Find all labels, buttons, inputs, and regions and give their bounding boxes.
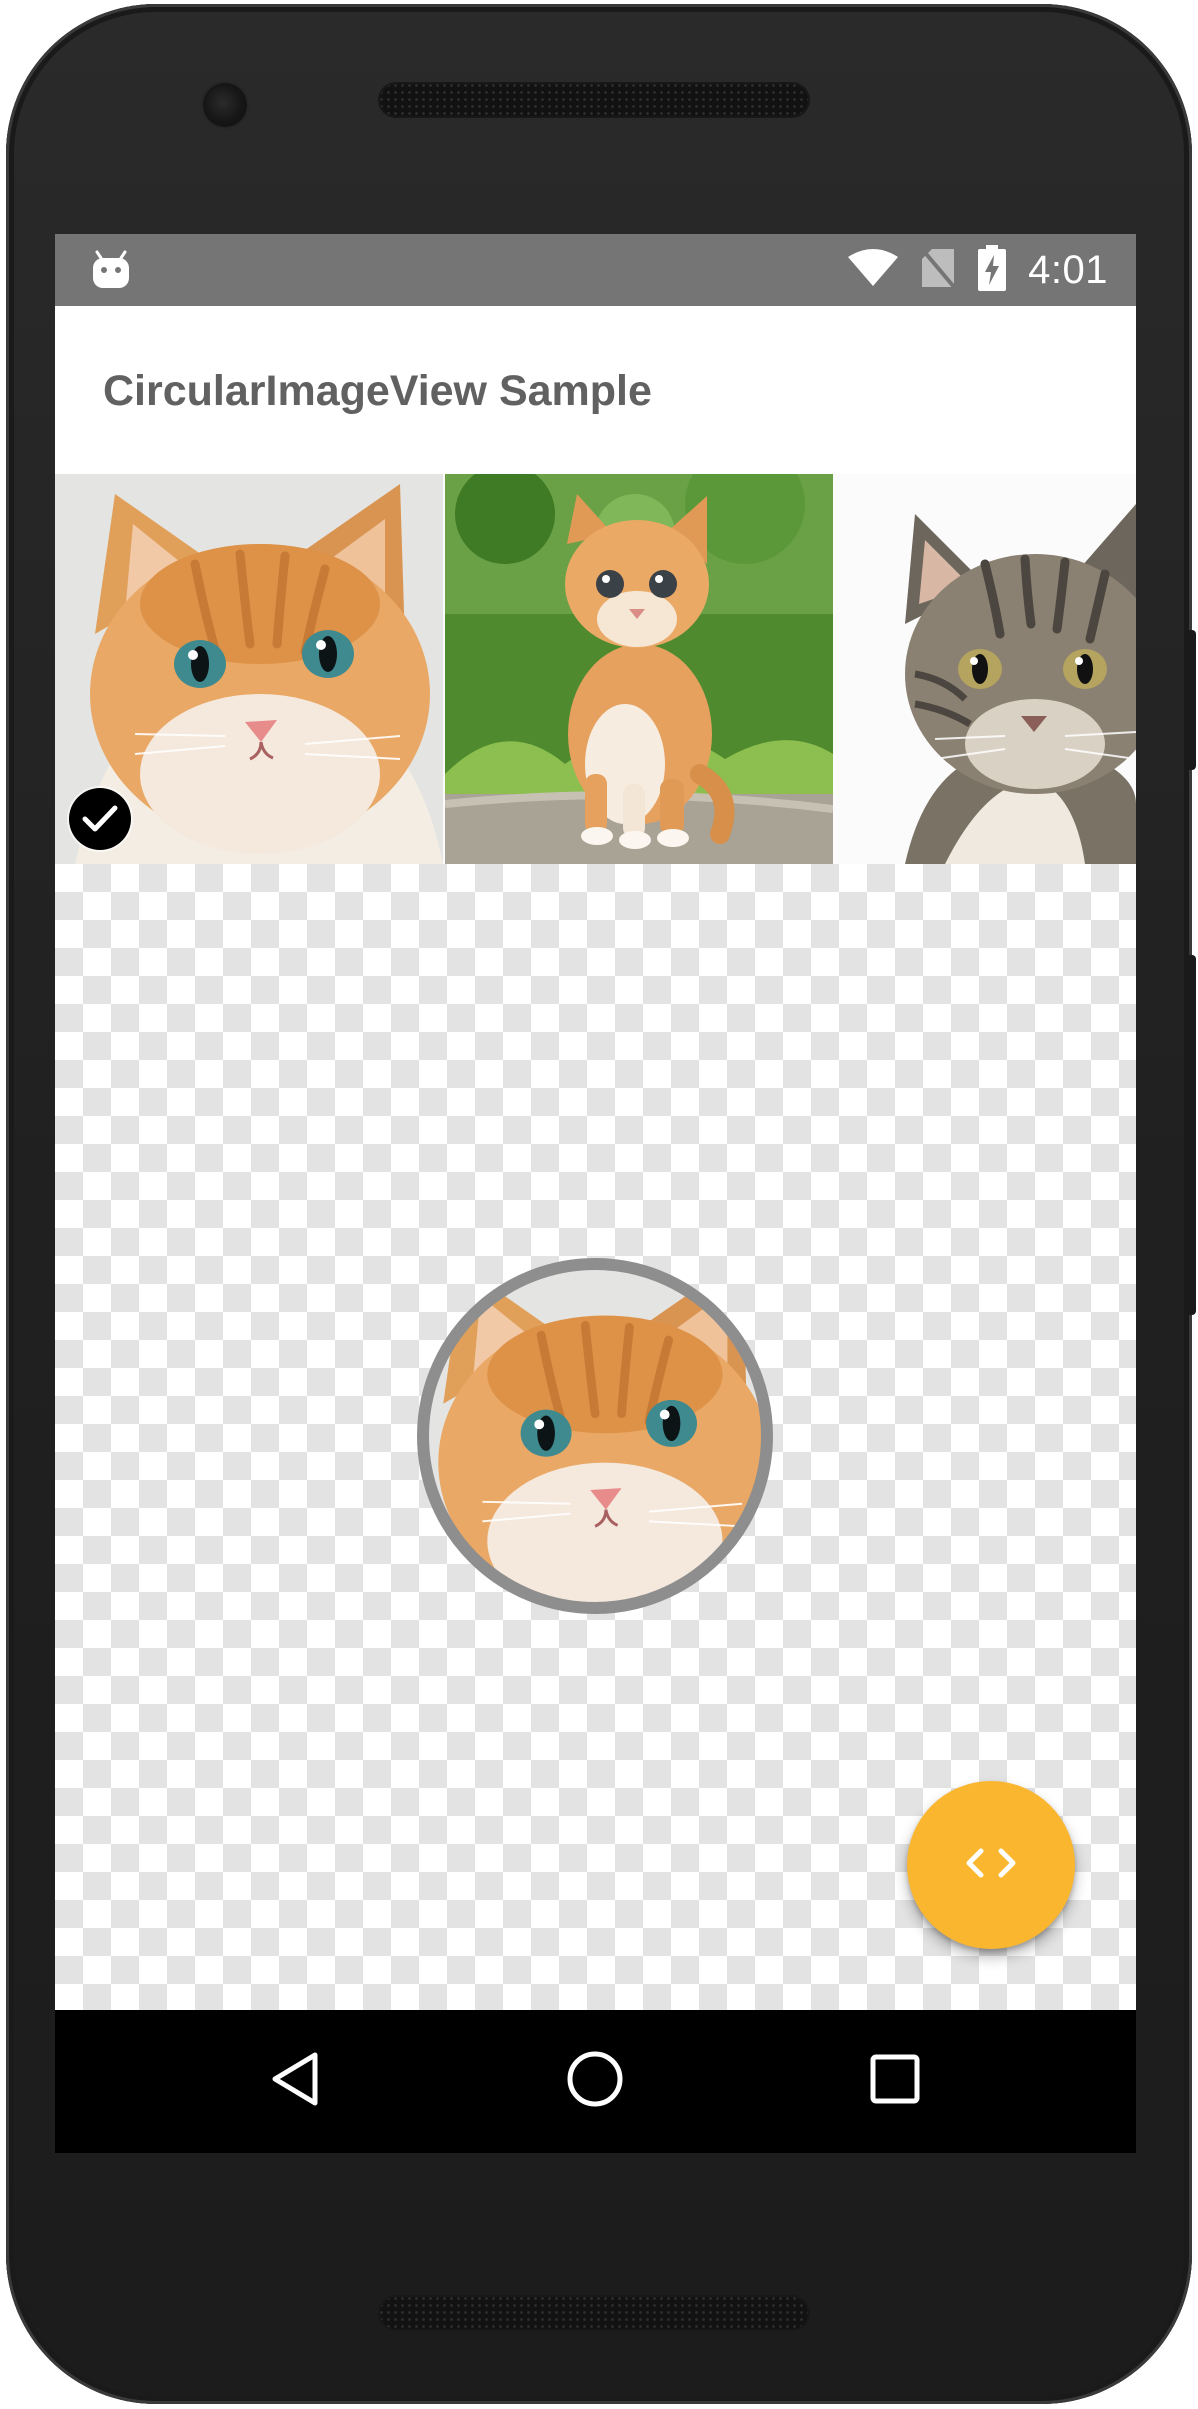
volume-button [1186, 955, 1196, 1315]
code-icon [961, 1843, 1021, 1888]
gallery-item-kitten-closeup[interactable] [55, 474, 443, 864]
wifi-icon [848, 248, 899, 292]
circular-image-view[interactable] [416, 1257, 774, 1615]
status-bar: 4:01 [55, 234, 1136, 306]
code-fab-button[interactable] [907, 1781, 1075, 1949]
selected-check-icon [69, 788, 131, 850]
status-clock: 4:01 [1028, 247, 1108, 292]
back-icon [269, 2051, 321, 2112]
no-sim-icon [920, 247, 956, 294]
nav-back-button[interactable] [225, 2010, 365, 2153]
power-button [1186, 630, 1196, 770]
earpiece-speaker [378, 82, 810, 118]
image-gallery [55, 474, 1136, 864]
gallery-item-tabby-cat[interactable] [835, 474, 1136, 864]
battery-charging-icon [978, 244, 1007, 296]
home-icon [566, 2050, 624, 2113]
page-title: CircularImageView Sample [103, 367, 652, 415]
system-navigation-bar [55, 2010, 1136, 2153]
android-debug-icon [91, 248, 131, 295]
nav-home-button[interactable] [525, 2010, 665, 2153]
nav-recents-button[interactable] [825, 2010, 965, 2153]
bottom-speaker [378, 2295, 810, 2331]
app-toolbar: CircularImageView Sample [55, 306, 1136, 474]
front-camera [203, 83, 247, 127]
recents-icon [869, 2053, 921, 2110]
device-screen: 4:01 CircularImageView Sample [55, 234, 1136, 2153]
gallery-item-kitten-on-grass[interactable] [445, 474, 833, 864]
